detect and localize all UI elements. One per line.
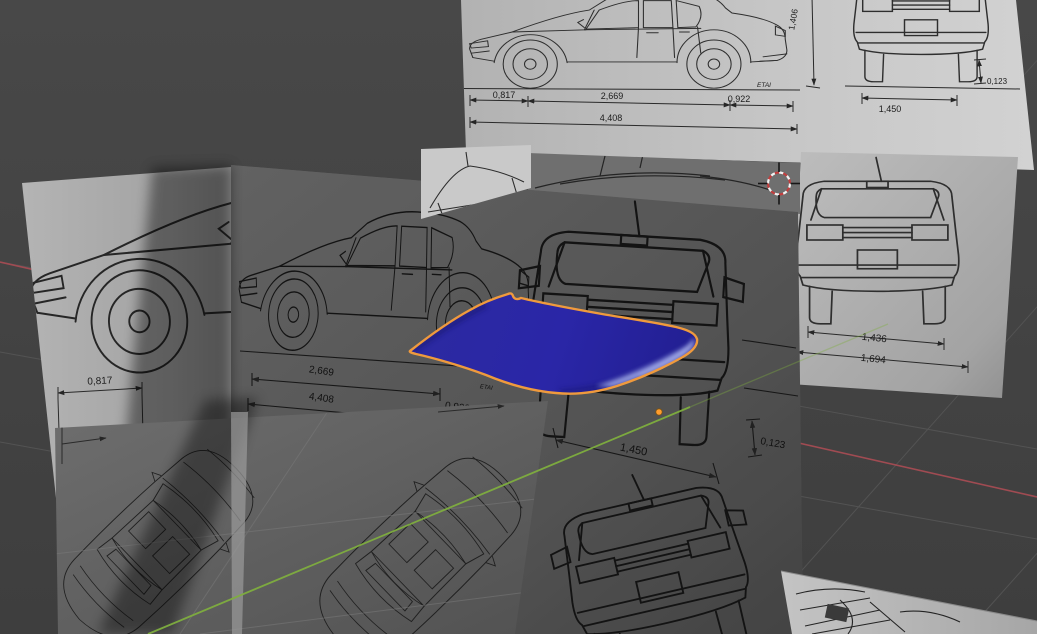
dim-label-top-wheelbase: 2,669 (601, 91, 624, 101)
dim-label-top-front-overhang: 0,817 (493, 90, 516, 100)
dim-label-top-rear-track: 1,450 (879, 104, 902, 114)
viewport-canvas[interactable]: 0,817 2,669 0,922 4,408 ETAI 1,406 1,450… (0, 0, 1037, 634)
blueprint-plane-top[interactable]: 0,817 2,669 0,922 4,408 ETAI 1,406 1,450… (461, 0, 1034, 170)
dim-label-left-front-overhang: 0,817 (87, 375, 113, 387)
blueprint-plane-right[interactable]: 1,436 1,694 (790, 152, 1018, 398)
dim-label-top-length: 4,408 (600, 113, 623, 123)
brand-label-top: ETAI (757, 82, 771, 89)
dim-label-top-rear-overhang: 0,922 (728, 94, 751, 104)
dim-label-top-clearance: 0,123 (987, 77, 1008, 86)
object-origin-indicator (655, 408, 663, 416)
blender-3d-viewport[interactable]: 0,817 2,669 0,922 4,408 ETAI 1,406 1,450… (0, 0, 1037, 634)
